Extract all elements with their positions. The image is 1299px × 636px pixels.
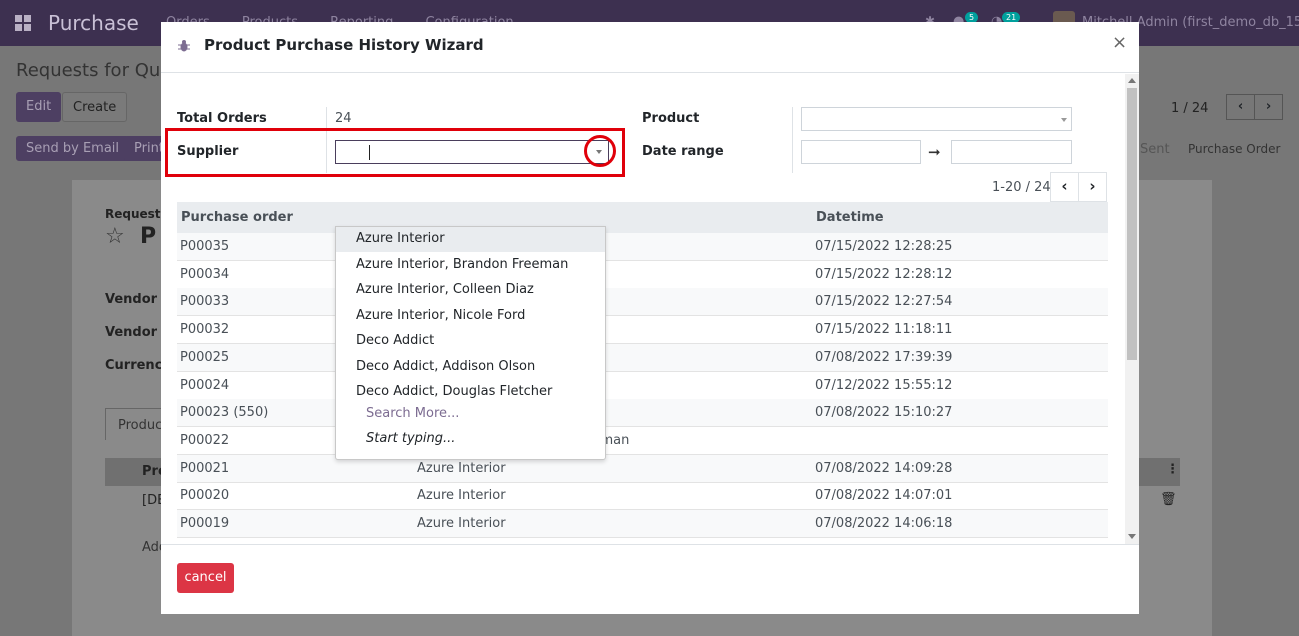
start-typing-hint: Start typing...: [366, 431, 456, 446]
pager-prev-button[interactable]: ‹: [1050, 172, 1079, 202]
create-button[interactable]: Create: [62, 92, 128, 122]
highlight-box: [165, 128, 625, 177]
record-prev-button[interactable]: ‹: [1226, 94, 1255, 120]
table-row[interactable]: P00025 07/08/2022 17:39:39: [177, 343, 1108, 372]
status-purchase-order[interactable]: Purchase Order: [1188, 142, 1280, 156]
cell-vendor: Azure Interior: [417, 516, 506, 531]
cell-datetime: 07/08/2022 17:39:39: [815, 349, 953, 365]
options-icon[interactable]: ⋮: [1166, 462, 1179, 477]
table-row[interactable]: P00021 Azure Interior 07/08/2022 14:09:28: [177, 454, 1108, 483]
record-next-button[interactable]: ›: [1254, 94, 1283, 120]
cell-vendor: Azure Interior: [417, 488, 506, 504]
close-icon[interactable]: ×: [1112, 32, 1127, 53]
total-orders-value: 24: [335, 111, 352, 126]
cell-datetime: 07/08/2022 14:09:28: [815, 460, 953, 476]
modal-title: Product Purchase History Wizard: [204, 36, 484, 54]
dropdown-option[interactable]: Azure Interior, Brandon Freeman: [336, 253, 605, 278]
cell-purchase-order: P00033: [180, 294, 230, 310]
header-purchase-order[interactable]: Purchase order: [181, 210, 293, 225]
page-title: Requests for Quot: [16, 60, 179, 81]
status-sent[interactable]: Sent: [1140, 142, 1170, 157]
product-input[interactable]: [801, 107, 1072, 131]
table-row[interactable]: P00020 Azure Interior 07/08/2022 14:07:01: [177, 482, 1108, 511]
app-name[interactable]: Purchase: [48, 11, 139, 35]
total-orders-label: Total Orders: [177, 111, 267, 126]
cell-purchase-order: P00032: [180, 322, 230, 338]
table-row[interactable]: P00034 07/15/2022 12:28:12: [177, 261, 1108, 289]
star-icon[interactable]: ☆: [105, 224, 125, 249]
table-row[interactable]: P00033 07/15/2022 12:27:54: [177, 288, 1108, 317]
scroll-down-icon[interactable]: [1128, 534, 1136, 539]
cell-purchase-order: P00019: [180, 516, 230, 531]
pager-next-button[interactable]: ›: [1078, 172, 1107, 202]
dropdown-option[interactable]: Azure Interior, Colleen Diaz: [336, 278, 605, 303]
table-row[interactable]: P00022Azure Interior, Brandon Freeman: [177, 427, 1108, 455]
cell-datetime: 07/15/2022 12:28:12: [815, 266, 953, 282]
apps-grid-icon[interactable]: [15, 15, 31, 31]
modal-body: Total Orders 24 Supplier Product Date ra…: [161, 74, 1139, 544]
cell-datetime: 07/12/2022 15:55:12: [815, 377, 953, 393]
vendor-label: Vendor: [105, 292, 158, 307]
edit-button[interactable]: Edit: [16, 92, 62, 122]
purchase-history-modal: Product Purchase History Wizard × Total …: [161, 22, 1139, 614]
cell-purchase-order: P00035: [180, 239, 230, 254]
highlight-circle: [584, 135, 616, 167]
dropdown-option[interactable]: Deco Addict, Addison Olson: [336, 355, 605, 380]
cell-purchase-order: P00024: [180, 377, 230, 393]
bug-icon: [178, 40, 190, 52]
date-from-input[interactable]: [801, 140, 921, 164]
table-header: Purchase order Datetime: [177, 202, 1108, 233]
table-row[interactable]: P00019 Azure Interior 07/08/2022 14:06:18: [177, 510, 1108, 538]
cell-purchase-order: P00020: [180, 488, 230, 504]
scroll-thumb[interactable]: [1127, 88, 1137, 360]
cell-datetime: 07/15/2022 12:28:25: [815, 239, 953, 254]
cell-datetime: 07/08/2022 14:07:01: [815, 488, 953, 504]
scroll-up-icon[interactable]: [1128, 78, 1136, 83]
date-range-label: Date range: [642, 144, 724, 159]
dropdown-option[interactable]: Deco Addict: [336, 329, 605, 354]
record-pager: 1 / 24: [1171, 101, 1209, 116]
cell-purchase-order: P00021: [180, 460, 230, 476]
divider: [792, 107, 793, 173]
cell-datetime: 07/15/2022 12:27:54: [815, 294, 953, 310]
cell-purchase-order: P00025: [180, 349, 230, 365]
cell-purchase-order: P00034: [180, 266, 230, 282]
send-email-button[interactable]: Send by Email: [16, 136, 130, 161]
table-row[interactable]: P00032 07/15/2022 11:18:11: [177, 316, 1108, 345]
supplier-dropdown: Azure Interior Azure Interior, Brandon Fr…: [335, 226, 606, 460]
scrollbar[interactable]: [1125, 74, 1139, 544]
cancel-button[interactable]: cancel: [177, 563, 234, 593]
modal-footer: cancel: [161, 544, 1139, 614]
trash-icon[interactable]: 🗑: [1160, 492, 1177, 507]
header-datetime[interactable]: Datetime: [816, 210, 884, 225]
cell-datetime: 07/08/2022 14:06:18: [815, 516, 953, 531]
cell-datetime: 07/15/2022 11:18:11: [815, 322, 953, 338]
dropdown-option[interactable]: Azure Interior, Nicole Ford: [336, 304, 605, 329]
search-more-link[interactable]: Search More...: [336, 402, 605, 427]
tab-products[interactable]: Product: [105, 408, 167, 440]
table-row[interactable]: P00035 07/15/2022 12:28:25: [177, 233, 1108, 261]
modal-header: Product Purchase History Wizard ×: [161, 22, 1139, 73]
record-name: P: [140, 224, 157, 249]
list-pager: 1-20 / 24: [992, 180, 1051, 195]
product-label: Product: [642, 111, 700, 126]
cell-purchase-order: P00022: [180, 432, 230, 448]
table-row[interactable]: P00024 07/12/2022 15:55:12: [177, 372, 1108, 400]
date-to-input[interactable]: [951, 140, 1072, 164]
cell-datetime: 07/08/2022 15:10:27: [815, 405, 953, 421]
table-row[interactable]: P00023 (550)Azure Interior07/08/2022 15:…: [177, 399, 1108, 428]
arrow-right-icon: ➞: [928, 143, 941, 161]
dropdown-option[interactable]: Azure Interior: [336, 227, 605, 252]
cell-purchase-order: P00023 (550): [180, 405, 269, 421]
cell-vendor: Azure Interior: [417, 460, 506, 476]
